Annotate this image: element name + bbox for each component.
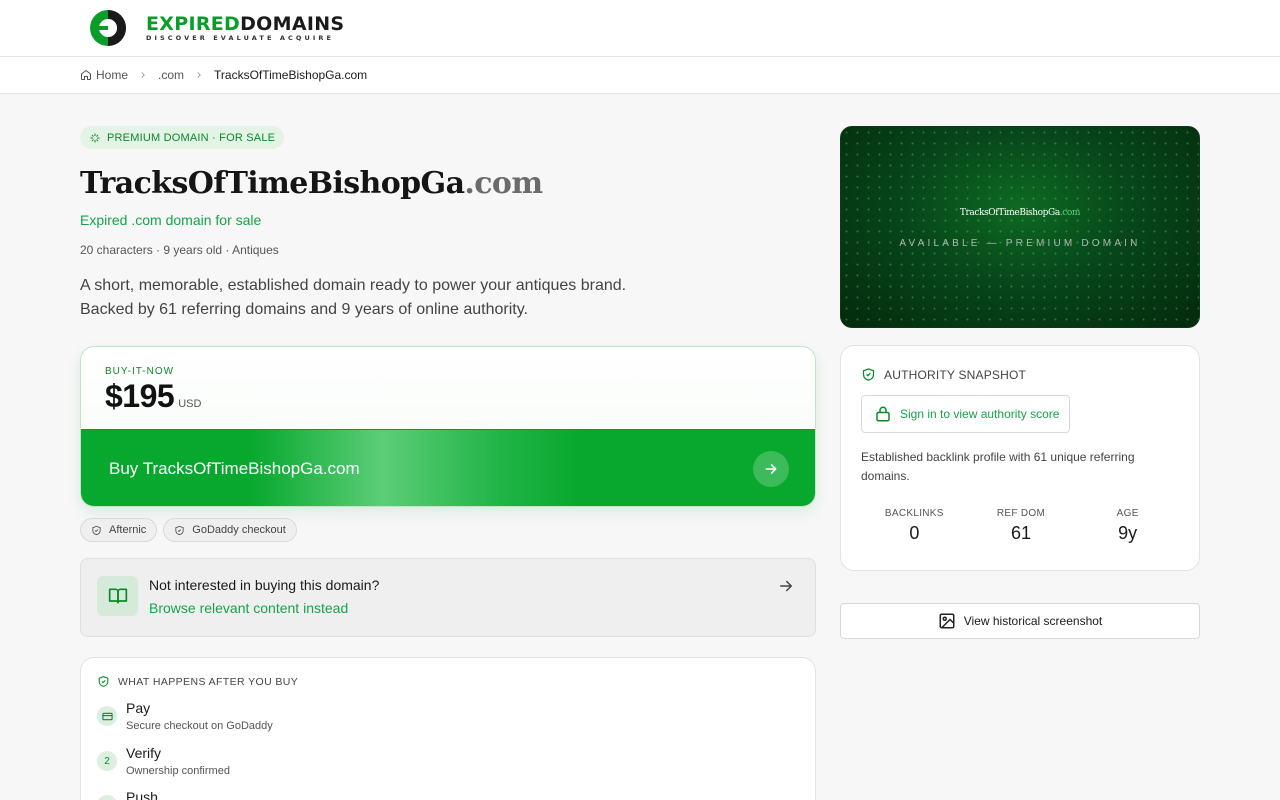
authority-card: AUTHORITY SNAPSHOT Sign in to view autho… (840, 345, 1200, 571)
chip-afternic: Afternic (80, 518, 158, 542)
step-push: 3 Push (97, 789, 158, 800)
step-name: Pay (126, 700, 151, 716)
chip-godaddy-checkout: GoDaddy checkout (163, 518, 297, 542)
sparkle-icon (90, 133, 100, 142)
buy-domain-button[interactable]: Buy TracksOfTimeBishopGa.com (81, 429, 815, 506)
chevron-right-icon (138, 70, 148, 80)
book-open-icon (97, 576, 138, 616)
site-logo[interactable]: EXPIREDDOMAINS DISCOVER EVALUATE ACQUIRE (88, 8, 344, 48)
price-currency: USD (178, 398, 202, 410)
logo-mark-icon (90, 10, 126, 46)
not-interested-text: Not interested in buying this domain? (149, 577, 380, 593)
step-desc: Secure checkout on GoDaddy (126, 720, 273, 732)
browse-content-link[interactable]: Browse relevant content instead (149, 600, 348, 616)
view-historical-screenshot-button[interactable]: View historical screenshot (840, 603, 1200, 639)
authority-description: Established backlink profile with 61 uni… (861, 450, 1135, 483)
domain-title: TracksOfTimeBishopGa.com (80, 166, 543, 201)
breadcrumb-bar: Home .com TracksOfTimeBishopGa.com (0, 57, 1280, 94)
price-card: BUY-IT-NOW $195 USD Buy TracksOfTimeBish… (80, 346, 816, 507)
stat-backlinks: BACKLINKS 0 (884, 508, 944, 543)
arrow-right-icon (777, 577, 795, 600)
buy-it-now-label: BUY-IT-NOW (105, 366, 175, 377)
step-pay: Pay Secure checkout on GoDaddy (97, 700, 273, 732)
after-purchase-heading: WHAT HAPPENS AFTER YOU BUY (97, 675, 298, 688)
shield-check-icon (862, 368, 875, 381)
chevron-right-icon (194, 70, 204, 80)
shield-check-icon (92, 525, 101, 535)
step-name: Push (126, 789, 158, 800)
premium-badge: PREMIUM DOMAIN · FOR SALE (80, 126, 285, 149)
shield-check-icon (175, 525, 184, 535)
logo-tagline: DISCOVER EVALUATE ACQUIRE (146, 33, 335, 42)
domain-subtitle: Expired .com domain for sale (80, 212, 262, 228)
checkout-chips: Afternic GoDaddy checkout (80, 518, 297, 542)
step-number: 2 (97, 751, 117, 771)
site-header: EXPIREDDOMAINS DISCOVER EVALUATE ACQUIRE (0, 0, 1280, 57)
credit-card-icon (97, 706, 117, 726)
step-number: 3 (97, 795, 117, 800)
step-verify: 2 Verify Ownership confirmed (97, 745, 230, 777)
domain-hero-image: TracksOfTimeBishopGa.com AVAILABLE — PRE… (840, 126, 1200, 328)
buy-button-label: Buy TracksOfTimeBishopGa.com (109, 459, 360, 478)
price-amount: $195 (105, 378, 175, 414)
stat-ref-dom: REF DOM 61 (996, 508, 1046, 543)
home-icon (81, 69, 91, 80)
sign-in-authority-button[interactable]: Sign in to view authority score (861, 395, 1070, 433)
domain-meta: 20 characters · 9 years old · Antiques (80, 243, 279, 257)
hero-availability: AVAILABLE — PREMIUM DOMAIN (899, 238, 1141, 249)
authority-stats: BACKLINKS 0 REF DOM 61 AGE 9y (861, 508, 1181, 544)
browse-content-card[interactable]: Not interested in buying this domain? Br… (80, 558, 816, 637)
step-name: Verify (126, 745, 162, 761)
authority-heading: AUTHORITY SNAPSHOT (861, 367, 1026, 382)
breadcrumb-home[interactable]: Home (80, 68, 128, 82)
image-icon (939, 613, 955, 629)
shield-check-icon (98, 676, 109, 687)
after-purchase-card: WHAT HAPPENS AFTER YOU BUY Pay Secure ch… (80, 657, 816, 800)
domain-description: A short, memorable, established domain r… (80, 277, 627, 318)
breadcrumb-tld[interactable]: .com (158, 68, 184, 82)
step-desc: Ownership confirmed (126, 765, 230, 777)
lock-icon (876, 406, 890, 422)
breadcrumb-current: TracksOfTimeBishopGa.com (214, 68, 368, 82)
arrow-right-icon (753, 451, 789, 487)
hero-domain-name: TracksOfTimeBishopGa.com (959, 208, 1081, 218)
stat-age: AGE 9y (1116, 508, 1139, 543)
breadcrumb: Home .com TracksOfTimeBishopGa.com (80, 68, 367, 82)
price: $195 USD (105, 378, 201, 415)
logo-word-domains: DOMAINS (240, 12, 345, 35)
logo-word-expired: EXPIRED (146, 12, 241, 35)
